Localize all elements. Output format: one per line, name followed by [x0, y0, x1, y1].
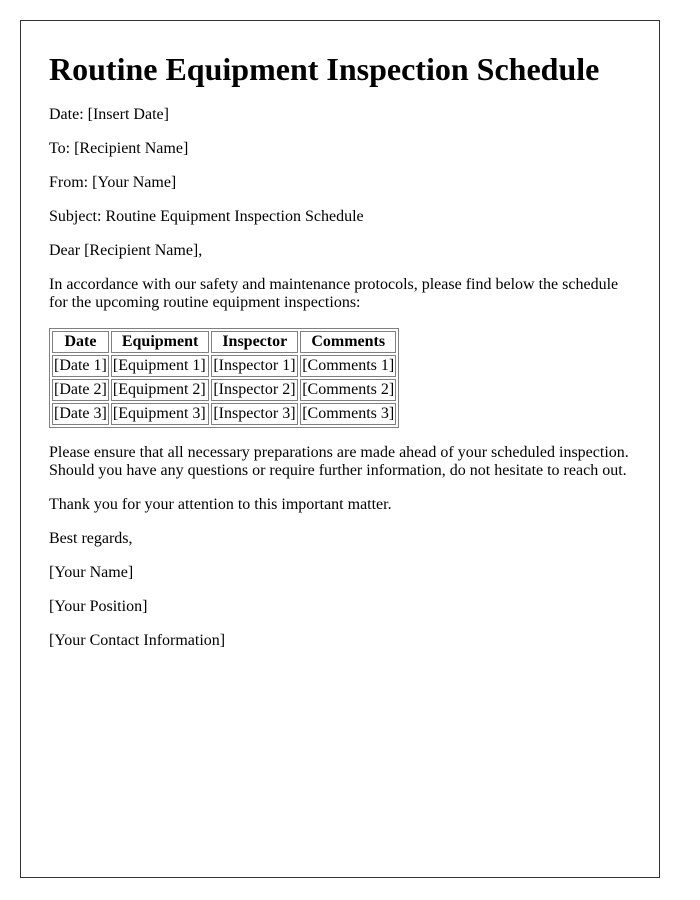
letter-page: Routine Equipment Inspection Schedule Da… [20, 20, 660, 878]
salutation: Dear [Recipient Name], [49, 242, 203, 259]
thanks-line: Thank you for your attention to this imp… [49, 496, 392, 513]
cell-date: [Date 2] [52, 379, 109, 401]
cell-date: [Date 1] [52, 355, 109, 377]
cell-equipment: [Equipment 1] [110, 355, 210, 377]
table-row: [Date 1] [Equipment 1] [Inspector 1] [Co… [52, 355, 397, 377]
header-equipment: Equipment [110, 331, 210, 353]
cell-equipment: [Equipment 3] [110, 403, 210, 425]
cell-equipment: [Equipment 2] [110, 379, 210, 401]
header-inspector: Inspector [211, 331, 299, 353]
cell-comments: [Comments 3] [300, 403, 397, 425]
cell-inspector: [Inspector 2] [211, 379, 299, 401]
cell-date: [Date 3] [52, 403, 109, 425]
header-comments: Comments [300, 331, 397, 353]
cell-inspector: [Inspector 3] [211, 403, 299, 425]
inspection-schedule-table: Date Equipment Inspector Comments [Date … [49, 328, 400, 428]
table-row: [Date 3] [Equipment 3] [Inspector 3] [Co… [52, 403, 397, 425]
from-line: From: [Your Name] [49, 174, 177, 191]
cell-comments: [Comments 1] [300, 355, 397, 377]
signature-position: [Your Position] [49, 598, 148, 615]
subject-line: Subject: Routine Equipment Inspection Sc… [49, 208, 364, 225]
cell-inspector: [Inspector 1] [211, 355, 299, 377]
signature-contact: [Your Contact Information] [49, 632, 226, 649]
date-line: Date: [Insert Date] [49, 106, 169, 123]
intro-paragraph: In accordance with our safety and mainte… [49, 276, 619, 311]
table-header-row: Date Equipment Inspector Comments [52, 331, 397, 353]
header-date: Date [52, 331, 109, 353]
table-row: [Date 2] [Equipment 2] [Inspector 2] [Co… [52, 379, 397, 401]
to-line: To: [Recipient Name] [49, 140, 189, 157]
signature-name: [Your Name] [49, 564, 134, 581]
closing-line: Best regards, [49, 530, 133, 547]
page-title: Routine Equipment Inspection Schedule [49, 51, 600, 87]
instructions-paragraph: Please ensure that all necessary prepara… [49, 444, 629, 479]
cell-comments: [Comments 2] [300, 379, 397, 401]
